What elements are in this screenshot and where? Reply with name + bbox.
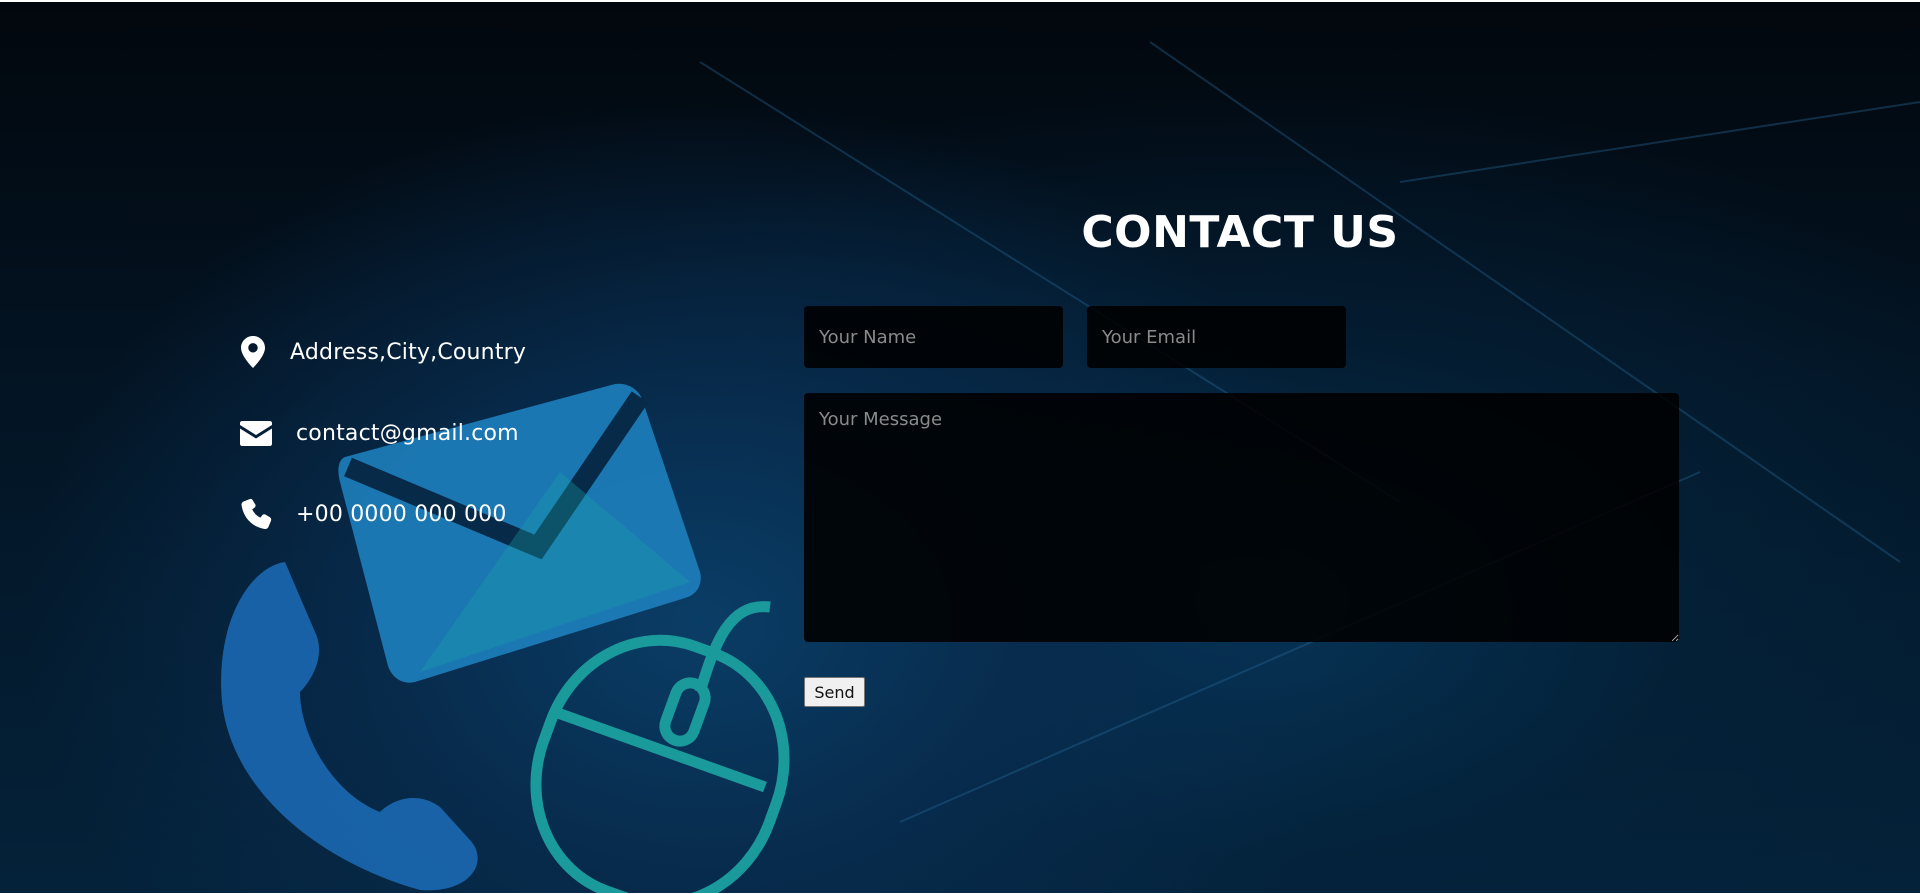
phone-item: +00 0000 000 000 [240, 496, 507, 532]
email-item: contact@gmail.com [240, 415, 519, 451]
name-input[interactable] [804, 306, 1063, 368]
contact-section: Address,City,Country contact@gmail.com +… [0, 2, 1920, 893]
address-item: Address,City,Country [240, 334, 526, 370]
email-input[interactable] [1087, 306, 1346, 368]
phone-icon [240, 496, 274, 532]
send-button[interactable]: Send [804, 677, 865, 707]
mouse-illustration-icon [530, 601, 790, 893]
page-title: CONTACT US [1081, 207, 1399, 258]
message-textarea[interactable] [804, 393, 1679, 642]
address-text: Address,City,Country [290, 339, 527, 365]
map-marker-icon [240, 334, 274, 370]
envelope-icon [240, 415, 274, 451]
phone-text: +00 0000 000 000 [296, 501, 507, 527]
email-text: contact@gmail.com [296, 420, 519, 446]
